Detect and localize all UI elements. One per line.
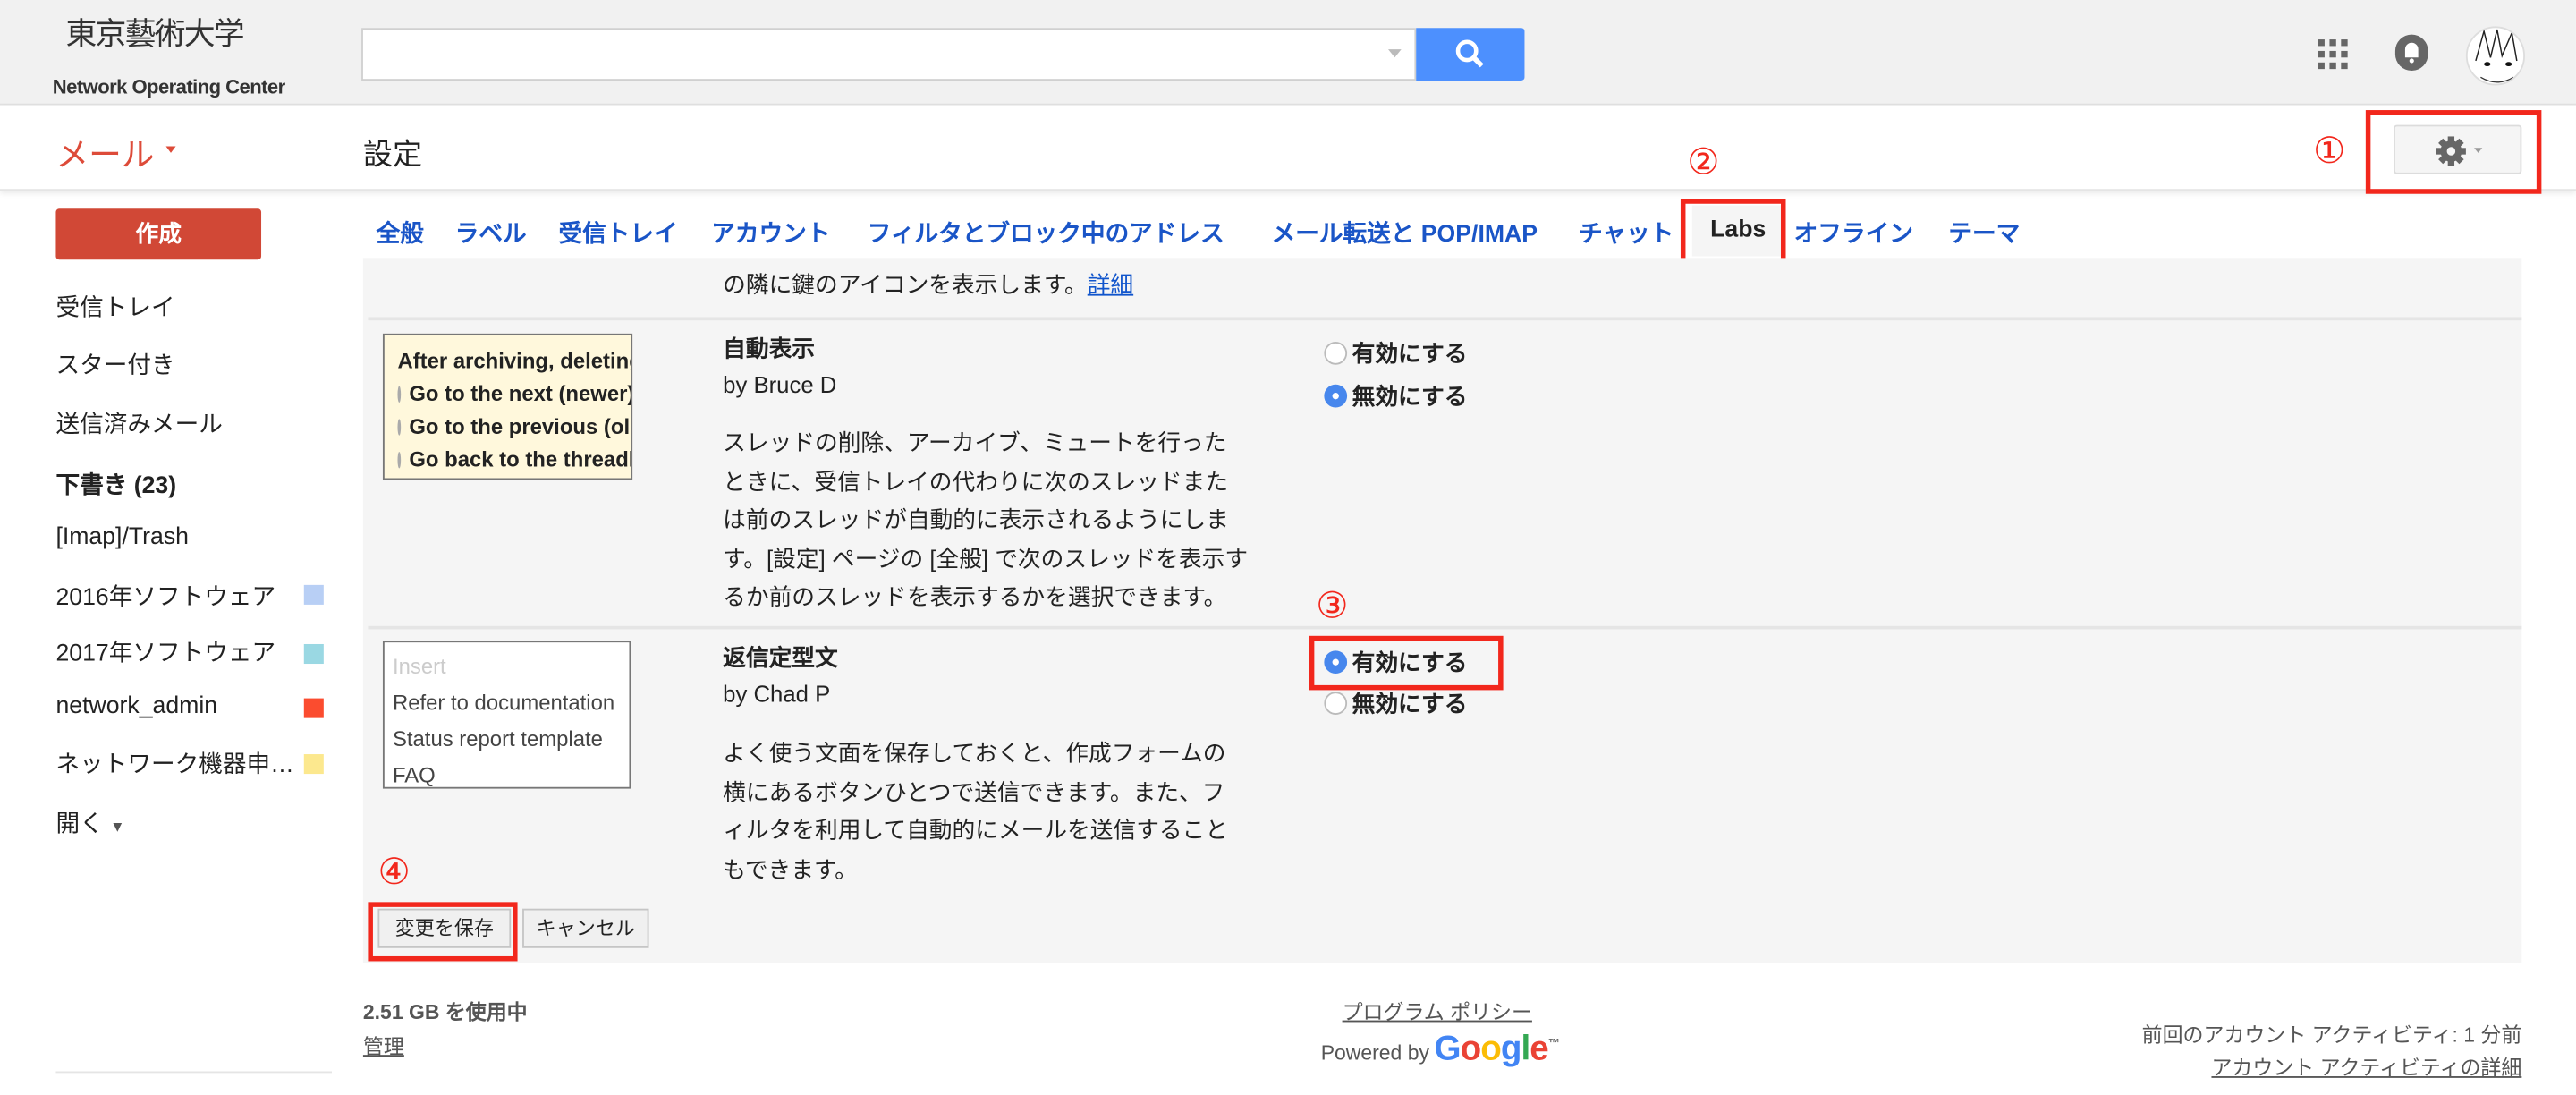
feature-description: スレッドの削除、アーカイブ、ミュートを行った ときに、受信トレイの代わりに次のス… — [723, 424, 1298, 617]
preview-text: Go back to the threadlist — [409, 446, 631, 472]
sidebar-item-sent[interactable]: 送信済みメール — [55, 406, 222, 441]
sidebar-item-label-2017[interactable]: 2017年ソフトウェア — [55, 634, 275, 669]
compose-button[interactable]: 作成 — [55, 208, 262, 260]
preview-text: Go to the next (newer) — [409, 381, 633, 406]
partial-text: の隣に鍵のアイコンを表示します。 — [723, 271, 1088, 298]
google-logo: Google™ — [1434, 1030, 1559, 1068]
label-color-swatch — [303, 584, 324, 605]
annotation-box-labs — [1680, 199, 1786, 267]
radio-icon — [1324, 342, 1348, 365]
preview-text: After archiving, deleting, m — [397, 348, 631, 373]
sidebar-item-label-2016[interactable]: 2016年ソフトウェア — [55, 579, 275, 614]
tab-themes[interactable]: テーマ — [1948, 216, 2020, 250]
radio-label: 無効にする — [1352, 690, 1468, 717]
description-line: 横にあるボタンひとつで送信できます。また、フ — [723, 777, 1225, 805]
details-link[interactable]: 詳細 — [1088, 271, 1133, 297]
tab-chat[interactable]: チャット — [1579, 216, 1674, 250]
label-color-swatch — [303, 754, 324, 775]
sidebar-item-network-admin[interactable]: network_admin — [55, 693, 217, 719]
chevron-down-icon: ▼ — [110, 818, 125, 836]
radio-icon — [397, 452, 402, 469]
app-switcher[interactable]: メール — [55, 128, 154, 175]
avatar[interactable] — [2465, 26, 2526, 86]
label-color-swatch — [303, 643, 324, 665]
feature-description: よく使う文面を保存しておくと、作成フォームの 横にあるボタンひとつで送信できます… — [723, 734, 1298, 889]
preview-text: Status report template — [392, 726, 603, 751]
annotation-box-settings — [2365, 110, 2542, 194]
feature-title: 自動表示 — [723, 335, 816, 362]
powered-by-google: Powered by Google™ — [1320, 1030, 1560, 1070]
label-color-swatch — [303, 698, 324, 718]
last-activity: 前回のアカウント アクティビティ: 1 分前 — [2141, 1023, 2522, 1047]
bell-icon[interactable] — [2394, 34, 2428, 71]
sidebar-item-inbox[interactable]: 受信トレイ — [55, 289, 174, 324]
description-line: よく使う文面を保存しておくと、作成フォームの — [723, 739, 1226, 766]
description-line: スレッドの削除、アーカイブ、ミュートを行った — [723, 429, 1227, 455]
annotation-1: ① — [2313, 131, 2346, 173]
sidebar-more[interactable]: 開く ▼ — [55, 805, 124, 840]
preview-text: Refer to documentation — [392, 690, 615, 715]
feature-title: 返信定型文 — [723, 643, 838, 671]
description-line: ときに、受信トレイの代わりに次のスレッドまた — [723, 467, 1229, 494]
radio-icon — [397, 419, 402, 436]
search-icon — [1455, 39, 1484, 68]
radio-icon — [1324, 692, 1348, 715]
annotation-3: ③ — [1316, 586, 1349, 628]
search-input[interactable] — [361, 28, 1417, 81]
divider — [368, 317, 2522, 321]
description-line: す。[設定] ページの [全般] で次のスレッドを表示す — [723, 544, 1249, 572]
divider — [55, 1071, 333, 1074]
radio-icon — [1324, 384, 1348, 408]
search-options-icon[interactable] — [1388, 49, 1402, 58]
radio-icon — [397, 386, 402, 403]
activity-details-link[interactable]: アカウント アクティビティの詳細 — [2211, 1050, 2521, 1082]
tab-forwarding[interactable]: メール転送と POP/IMAP — [1272, 216, 1538, 250]
sidebar-item-starred[interactable]: スター付き — [55, 347, 174, 382]
preview-text: FAQ — [392, 762, 436, 787]
chevron-down-icon[interactable] — [165, 146, 176, 153]
apps-icon[interactable] — [2318, 39, 2348, 70]
annotation-4: ④ — [377, 853, 411, 895]
auto-advance-disable-radio[interactable]: 無効にする — [1324, 379, 1467, 412]
annotation-2: ② — [1687, 142, 1720, 184]
annotation-box-enable — [1309, 635, 1504, 691]
program-policy-link[interactable]: プログラム ポリシー — [1343, 994, 1532, 1025]
powered-by-label: Powered by — [1320, 1041, 1429, 1065]
feature-preview-auto-advance: After archiving, deleting, m Go to the n… — [382, 333, 633, 480]
logo[interactable]: 東京藝術大学 — [65, 10, 244, 55]
partial-feature-description: の隣に鍵のアイコンを表示します。詳細 — [723, 267, 1133, 305]
radio-label: 無効にする — [1352, 382, 1468, 410]
divider — [368, 625, 2522, 630]
sidebar-item-network-devices[interactable]: ネットワーク機器申… — [55, 746, 302, 781]
sidebar-item-drafts[interactable]: 下書き (23) — [55, 467, 176, 502]
tab-inbox[interactable]: 受信トレイ — [558, 216, 677, 250]
tab-labels[interactable]: ラベル — [455, 216, 527, 250]
storage-usage: 2.51 GB を使用中 — [362, 1000, 528, 1024]
page-title: 設定 — [362, 138, 423, 172]
preview-text: Insert — [392, 654, 446, 679]
auto-advance-enable-radio[interactable]: 有効にする — [1324, 337, 1467, 370]
tab-accounts[interactable]: アカウント — [711, 216, 830, 250]
preview-text: Go to the previous (older) — [409, 413, 631, 439]
tab-filters[interactable]: フィルタとブロック中のアドレス — [868, 216, 1224, 250]
sidebar-more-label: 開く — [55, 811, 104, 838]
logo-subtitle: Network Operating Center — [52, 75, 285, 99]
tab-offline[interactable]: オフライン — [1794, 216, 1913, 250]
cancel-button[interactable]: キャンセル — [522, 908, 649, 948]
canned-responses-disable-radio[interactable]: 無効にする — [1324, 687, 1467, 720]
manage-storage-link[interactable]: 管理 — [363, 1029, 404, 1060]
feature-author: by Bruce D — [723, 371, 837, 398]
search-button[interactable] — [1416, 28, 1525, 81]
description-line: は前のスレッドが自動的に表示されるようにしま — [723, 505, 1229, 533]
radio-label: 有効にする — [1352, 340, 1468, 367]
feature-author: by Chad P — [723, 680, 831, 707]
description-line: もできます。 — [723, 855, 858, 882]
description-line: るか前のスレッドを表示するかを選択できます。 — [723, 583, 1227, 610]
description-line: ィルタを利用して自動的にメールを送信すること — [723, 816, 1229, 844]
feature-preview-canned-responses: Insert Refer to documentation Status rep… — [382, 641, 631, 789]
annotation-box-save — [368, 902, 518, 962]
tab-general[interactable]: 全般 — [377, 216, 424, 250]
sidebar-item-trash[interactable]: [Imap]/Trash — [55, 524, 189, 550]
